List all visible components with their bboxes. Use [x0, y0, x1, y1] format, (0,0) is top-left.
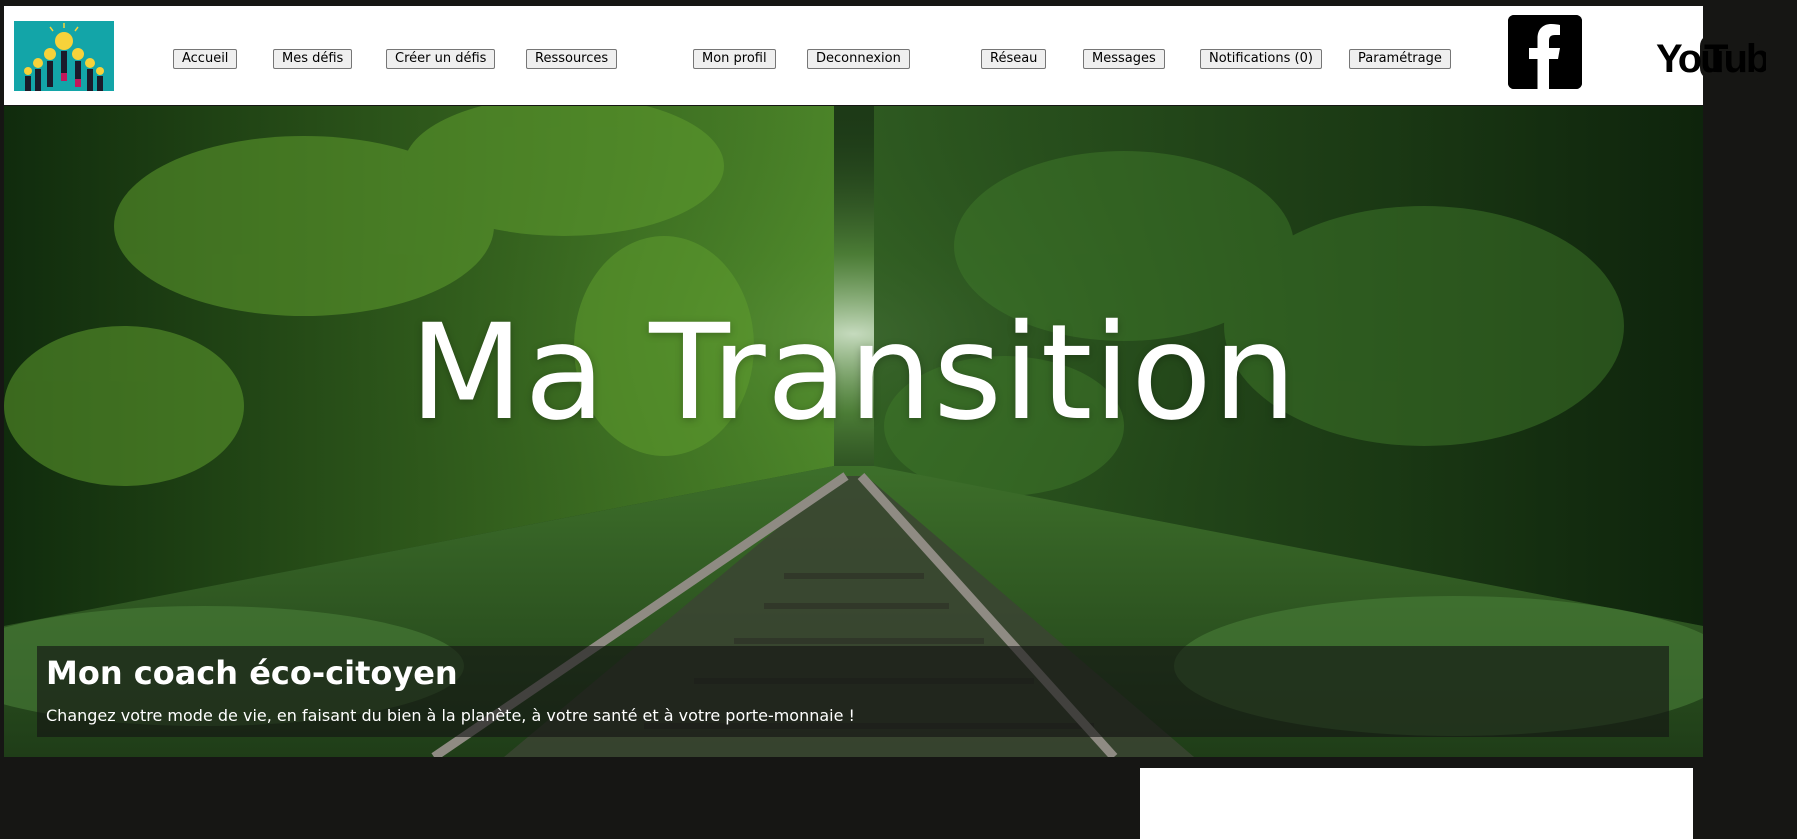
- hero-caption: Mon coach éco-citoyen Changez votre mode…: [37, 646, 1669, 737]
- youtube-icon: You Tube: [1656, 34, 1791, 81]
- facebook-icon: [1508, 15, 1582, 89]
- nav-mes-defis-button[interactable]: Mes défis: [273, 49, 353, 69]
- nav-parametrage-button[interactable]: Paramétrage: [1349, 49, 1451, 69]
- top-navigation-bar: Accueil Mes défis Créer un défis Ressour…: [4, 6, 1791, 105]
- site-logo[interactable]: [14, 21, 114, 91]
- nav-deconnexion-button[interactable]: Deconnexion: [807, 49, 910, 69]
- content-panel: [1140, 768, 1693, 839]
- nav-creer-defis-button[interactable]: Créer un défis: [386, 49, 496, 69]
- nav-mon-profil-button[interactable]: Mon profil: [693, 49, 776, 69]
- nav-notifications-button[interactable]: Notifications (0): [1200, 49, 1322, 69]
- hero-title: Ma Transition: [409, 296, 1298, 450]
- youtube-link[interactable]: You Tube: [1656, 28, 1791, 84]
- caption-title: Mon coach éco-citoyen: [46, 654, 458, 692]
- nav-ressources-button[interactable]: Ressources: [526, 49, 618, 69]
- nav-accueil-button[interactable]: Accueil: [173, 49, 238, 69]
- youtube-tube-text: Tube: [1704, 37, 1766, 81]
- caption-text: Changez votre mode de vie, en faisant du…: [46, 706, 855, 725]
- facebook-link[interactable]: [1508, 15, 1582, 89]
- hero-banner: Ma Transition Mon coach éco-citoyen Chan…: [4, 106, 1703, 757]
- nav-messages-button[interactable]: Messages: [1083, 49, 1165, 69]
- nav-reseau-button[interactable]: Réseau: [981, 49, 1047, 69]
- lightbulb-hands-logo-icon: [14, 21, 114, 91]
